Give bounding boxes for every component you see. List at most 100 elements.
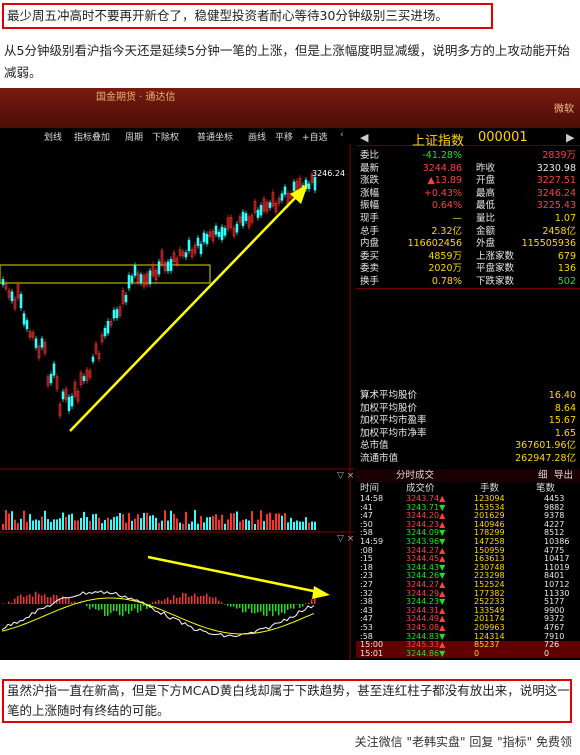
macd-bar bbox=[137, 604, 139, 613]
volume-bar bbox=[224, 523, 226, 530]
volume-bar bbox=[74, 520, 76, 530]
candle-body bbox=[103, 328, 107, 337]
volume-bar bbox=[11, 511, 13, 530]
macd-bar bbox=[50, 597, 52, 604]
volume-bar bbox=[293, 521, 295, 530]
macd-bar bbox=[188, 597, 190, 604]
macd-bar bbox=[92, 604, 94, 608]
top-annotation: 最少周五冲高时不要再开新仓了，稳健型投资者耐心等待30分钟级别三买进场。 bbox=[2, 3, 493, 29]
volume-bar bbox=[152, 515, 154, 530]
volume-bar bbox=[149, 515, 151, 530]
quote-label: 涨幅 bbox=[360, 187, 380, 199]
volume-bar bbox=[155, 517, 157, 530]
volume-bar bbox=[140, 518, 142, 530]
macd-bar bbox=[125, 604, 127, 612]
candle-body bbox=[166, 261, 170, 272]
window-right-button[interactable]: 微软 bbox=[554, 100, 574, 115]
macd-bar bbox=[98, 604, 100, 611]
macd-bar bbox=[116, 604, 118, 612]
macd-bar bbox=[47, 597, 49, 604]
candle-body bbox=[34, 338, 38, 348]
candle-body bbox=[199, 243, 203, 255]
stat-value: 15.67 bbox=[548, 415, 576, 427]
macd-bar bbox=[275, 604, 277, 612]
candle-body bbox=[187, 239, 191, 251]
window-title: 国金期货 · 通达信 bbox=[96, 92, 176, 103]
trade-time: 15:01 bbox=[360, 648, 384, 658]
volume-bar bbox=[308, 522, 310, 530]
quote-header: ◀ 上证指数 000001 ▶ bbox=[356, 130, 580, 149]
prev-arrow-icon[interactable]: ◀ bbox=[360, 131, 368, 144]
volume-bar bbox=[95, 513, 97, 530]
volume-bar bbox=[38, 520, 40, 530]
index-name: 上证指数 bbox=[412, 134, 465, 149]
next-arrow-icon[interactable]: ▶ bbox=[566, 131, 574, 144]
volume-bar bbox=[47, 519, 49, 530]
macd-bar bbox=[224, 604, 226, 605]
kline-chart[interactable]: 3246.24 ▽ × ▽ × bbox=[0, 144, 354, 660]
quote-label: 换手 bbox=[360, 276, 380, 287]
quote-value: 3244.86 bbox=[422, 162, 462, 174]
toolbar-pan[interactable]: 平移 bbox=[275, 130, 293, 143]
trade-volume: 0 bbox=[474, 648, 480, 658]
volume-bar bbox=[35, 519, 37, 530]
quote-label: 最低 bbox=[476, 200, 496, 212]
candle-body bbox=[25, 320, 29, 330]
candle-body bbox=[235, 223, 239, 233]
trades-detail-button[interactable]: 细 bbox=[538, 469, 548, 482]
volume-bar bbox=[161, 520, 163, 530]
macd-bar bbox=[71, 602, 73, 604]
macd-settings-icon[interactable]: ▽ × bbox=[337, 534, 354, 544]
toolbar-period[interactable]: 周期 bbox=[125, 130, 143, 143]
toolbar-exright[interactable]: 下除权 bbox=[152, 130, 179, 143]
volume-bar bbox=[101, 523, 103, 530]
quote-label: 下跌家数 bbox=[476, 276, 515, 287]
volume-bar bbox=[83, 511, 85, 530]
candle-body bbox=[115, 309, 119, 318]
high-price-label: 3246.24 bbox=[312, 169, 345, 178]
volume-bar bbox=[287, 522, 289, 530]
candle-body bbox=[217, 231, 221, 237]
toolbar-axis[interactable]: 普通坐标 bbox=[197, 130, 233, 143]
macd-bar bbox=[257, 604, 259, 613]
candle-body bbox=[70, 395, 74, 407]
macd-bar bbox=[263, 604, 265, 616]
trading-software-screenshot: 国金期货 · 通达信 微软 划线 指标叠加 周期 下除权 普通坐标 画线 平移 … bbox=[0, 88, 580, 660]
quote-value: 136 bbox=[557, 263, 576, 275]
macd-bar bbox=[182, 592, 184, 604]
toolbar-arrow-icon[interactable]: ‹ bbox=[340, 130, 344, 140]
trades-title-bar: 分时成交 细 导出 bbox=[356, 469, 580, 482]
trade-row: 15:01 3244.86▼ 0 0 bbox=[356, 648, 580, 659]
volume-bar bbox=[188, 523, 190, 530]
volume-settings-icon[interactable]: ▽ × bbox=[337, 471, 354, 481]
macd-bar bbox=[95, 604, 97, 610]
trade-count: 0 bbox=[544, 648, 550, 658]
candle-body bbox=[244, 213, 248, 222]
trades-export-button[interactable]: 导出 bbox=[554, 469, 573, 482]
candle-body bbox=[1, 279, 5, 285]
volume-bar bbox=[245, 519, 247, 530]
volume-bar bbox=[23, 510, 25, 530]
macd-bar bbox=[107, 604, 109, 616]
volume-bar bbox=[71, 513, 73, 530]
quote-value: 3227.51 bbox=[536, 175, 576, 187]
bottom-annotation: 虽然沪指一直在新高，但是下方MCAD黄白线却属于下跌趋势，甚至连红柱子都没有放出… bbox=[2, 679, 572, 723]
macd-bar bbox=[32, 596, 34, 604]
volume-bar bbox=[221, 514, 223, 530]
macd-bar bbox=[203, 595, 205, 604]
volume-bar bbox=[146, 512, 148, 530]
macd-bar bbox=[209, 596, 211, 604]
candle-body bbox=[313, 177, 317, 191]
macd-bar bbox=[128, 604, 130, 614]
toolbar-overlay[interactable]: 指标叠加 bbox=[74, 130, 110, 143]
candle-body bbox=[184, 252, 188, 258]
quote-value: 0.78% bbox=[431, 276, 462, 287]
toolbar-draw[interactable]: 划线 bbox=[44, 130, 62, 143]
toolbar-drawline[interactable]: 画线 bbox=[248, 130, 266, 143]
macd-bar bbox=[266, 604, 268, 617]
toolbar-watchlist[interactable]: +自选 bbox=[302, 130, 328, 143]
candle-body bbox=[52, 363, 56, 376]
volume-bar bbox=[143, 512, 145, 530]
candle-body bbox=[106, 320, 110, 334]
candle-body bbox=[256, 209, 260, 218]
